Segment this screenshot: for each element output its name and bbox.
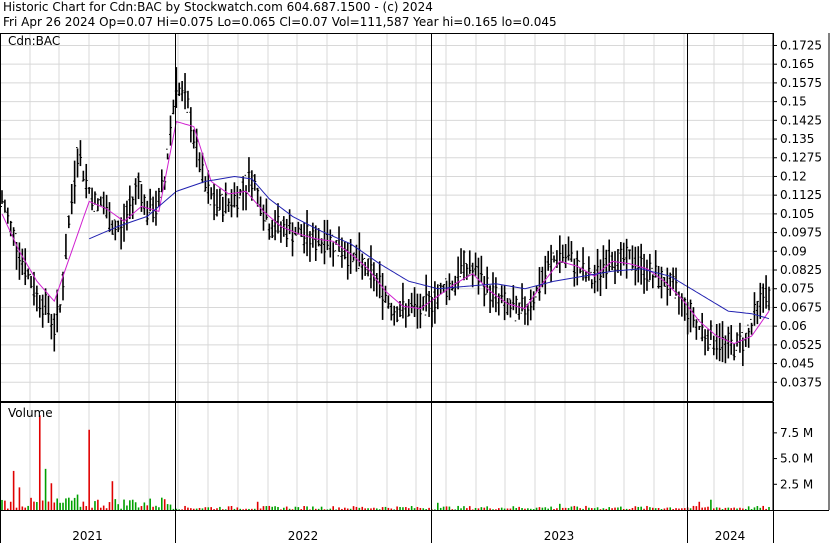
price-tick-label: 0.0825 bbox=[780, 263, 822, 277]
volume-label: Volume bbox=[8, 406, 53, 420]
price-tick-label: 0.105 bbox=[780, 207, 814, 221]
year-label: 2023 bbox=[544, 529, 575, 543]
price-tick-label: 0.075 bbox=[780, 282, 814, 296]
price-tick-label: 0.1725 bbox=[780, 38, 822, 52]
chart-header-quote: Fri Apr 26 2024 Op=0.07 Hi=0.075 Lo=0.06… bbox=[3, 15, 557, 29]
price-tick-label: 0.06 bbox=[780, 319, 807, 333]
price-tick-label: 0.1275 bbox=[780, 151, 822, 165]
volume-axis-ticks: 7.5 M 5.0 M 2.5 M bbox=[773, 426, 813, 491]
price-tick-label: 0.135 bbox=[780, 132, 814, 146]
price-bars bbox=[0, 67, 771, 367]
price-tick-label: 0.09 bbox=[780, 244, 807, 258]
price-tick-label: 0.1575 bbox=[780, 76, 822, 90]
year-label: 2021 bbox=[72, 529, 103, 543]
price-tick-label: 0.0525 bbox=[780, 338, 822, 352]
year-label: 2022 bbox=[288, 529, 319, 543]
price-tick-label: 0.12 bbox=[780, 169, 807, 183]
price-tick-label: 0.1425 bbox=[780, 113, 822, 127]
price-tick-label: 0.15 bbox=[780, 95, 807, 109]
year-label: 2024 bbox=[715, 529, 746, 543]
price-tick-label: 0.165 bbox=[780, 57, 814, 71]
volume-tick-label: 2.5 M bbox=[780, 477, 813, 491]
price-tick-label: 0.1125 bbox=[780, 188, 822, 202]
volume-grid bbox=[29, 402, 744, 510]
price-tick-label: 0.0675 bbox=[780, 300, 822, 314]
price-tick-label: 0.045 bbox=[780, 357, 814, 371]
volume-tick-label: 5.0 M bbox=[780, 452, 813, 466]
chart-header-title: Historic Chart for Cdn:BAC by Stockwatch… bbox=[3, 0, 433, 14]
chart-frames bbox=[0, 33, 830, 511]
symbol-label: Cdn:BAC bbox=[8, 34, 61, 48]
price-grid bbox=[0, 33, 773, 401]
price-tick-label: 0.0975 bbox=[780, 226, 822, 240]
volume-tick-label: 7.5 M bbox=[780, 426, 813, 440]
price-tick-label: 0.0375 bbox=[780, 375, 822, 389]
stock-chart: 0.1725 0.165 0.1575 0.15 0.1425 0.135 0.1275 0.… bbox=[0, 33, 830, 543]
price-axis-ticks: 0.1725 0.165 0.1575 0.15 0.1425 0.135 0.1275 0.… bbox=[773, 38, 822, 389]
